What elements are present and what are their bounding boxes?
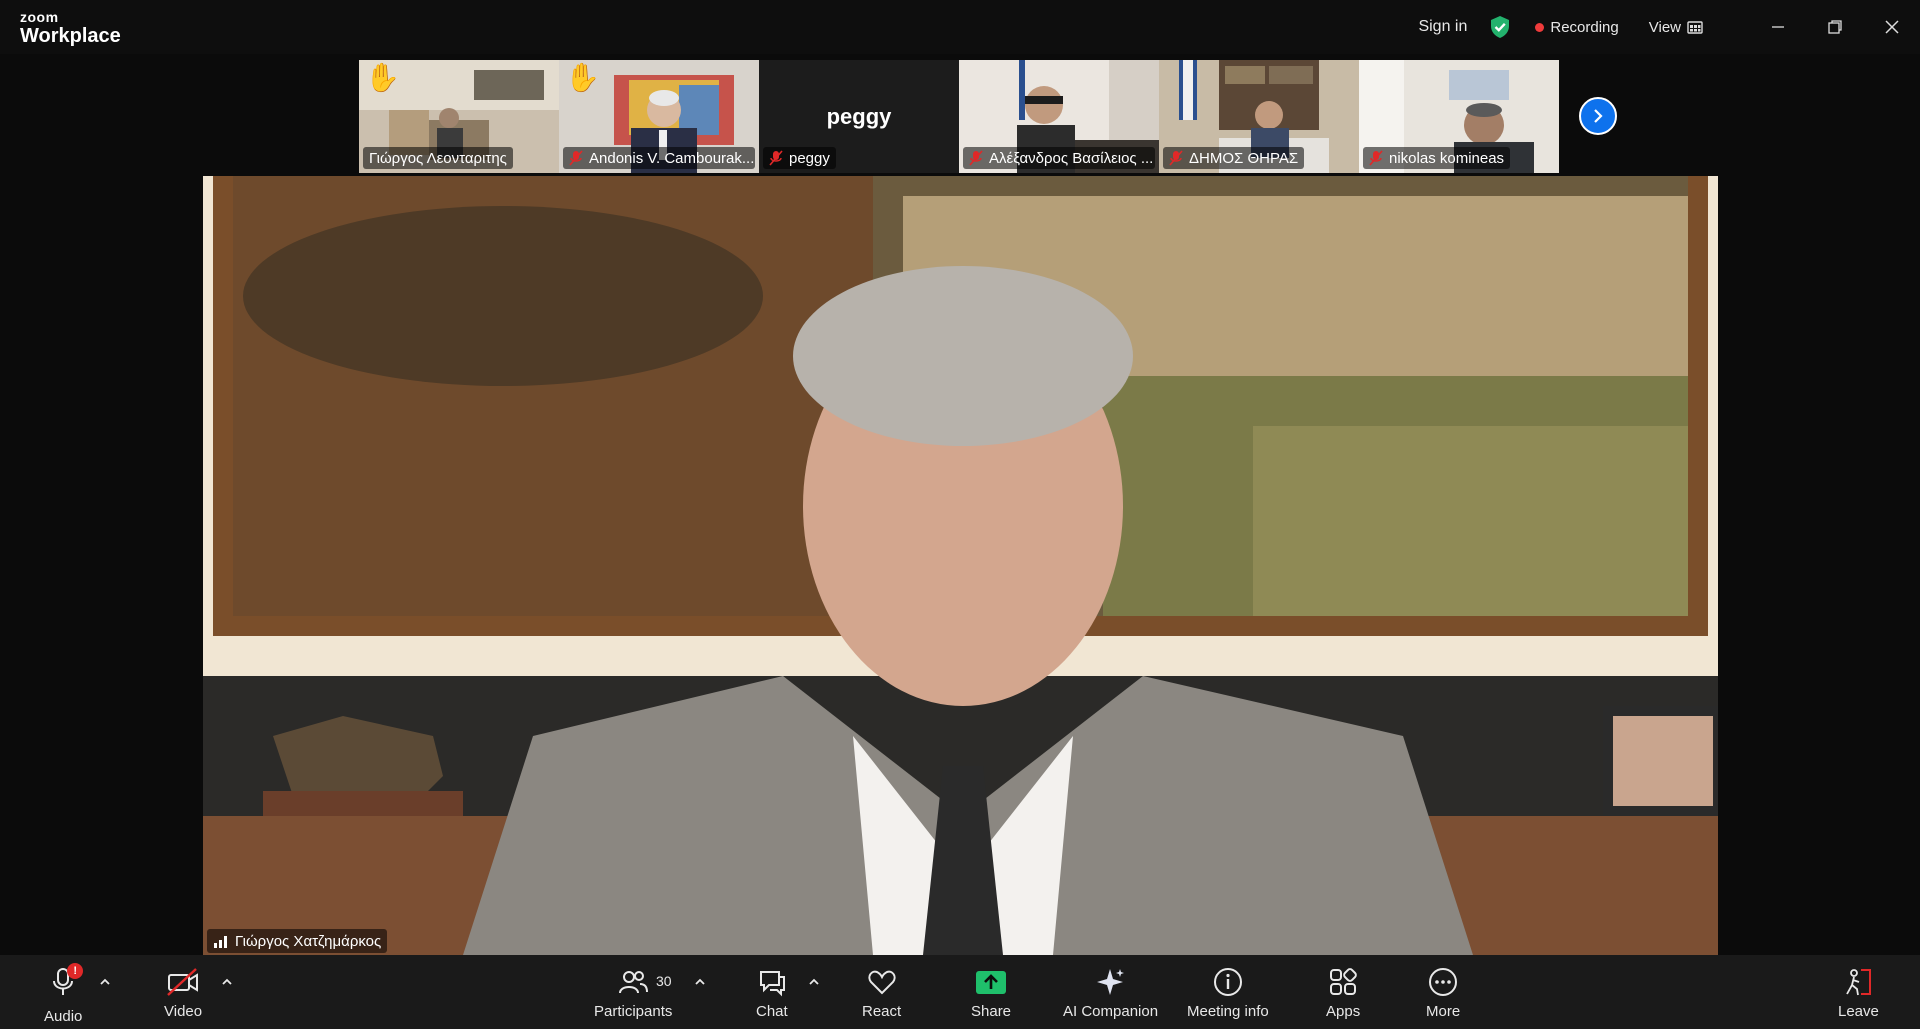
ai-companion-button[interactable]: AI Companion [1063, 967, 1158, 1020]
microphone-muted-icon [1369, 150, 1383, 166]
signal-strength-icon [214, 936, 227, 948]
raised-hand-icon: ✋ [565, 62, 600, 93]
participant-name: Andonis V. Cambourak... [589, 149, 755, 167]
raised-hand-icon: ✋ [365, 62, 400, 93]
active-speaker-video[interactable]: Γιώργος Χατζημάρκος [203, 176, 1718, 955]
minimize-icon [1771, 26, 1784, 28]
more-button[interactable]: More [1426, 967, 1460, 1020]
leave-label: Leave [1838, 1003, 1879, 1020]
audio-icon-wrap: ! [49, 963, 84, 1002]
recording-label: Recording [1550, 18, 1619, 36]
view-menu-button[interactable]: View [1649, 19, 1703, 36]
participants-count: 30 [656, 973, 672, 989]
recording-indicator[interactable]: Recording [1535, 18, 1619, 36]
view-label: View [1648, 18, 1681, 36]
microphone-muted-icon [769, 150, 783, 166]
audio-options-chevron-up-icon[interactable] [99, 977, 111, 987]
chat-label: Chat [756, 1003, 788, 1020]
encryption-shield-icon[interactable] [1489, 15, 1511, 39]
recording-dot-icon [1535, 22, 1545, 32]
logo-zoom-text: zoom [20, 9, 59, 25]
zoom-logo: zoom Workplace [20, 10, 121, 46]
participants-options-chevron-up-icon[interactable] [694, 977, 706, 987]
leave-button[interactable]: Leave [1838, 967, 1879, 1020]
participant-thumbnail[interactable]: Αλέξανδρος Βασίλειος ... [959, 60, 1159, 173]
grid-view-icon [1687, 21, 1703, 34]
video-off-icon [167, 968, 199, 996]
close-icon [1884, 20, 1899, 34]
heart-icon [868, 970, 896, 995]
microphone-muted-icon [1169, 150, 1183, 166]
participant-name-tag: peggy [763, 147, 836, 169]
share-screen-icon [976, 971, 1007, 994]
restore-button[interactable] [1806, 0, 1863, 54]
participant-thumbnail[interactable]: ΔΗΜΟΣ ΘΗΡΑΣ [1159, 60, 1359, 173]
video-options-chevron-up-icon[interactable] [221, 977, 233, 987]
next-page-button[interactable] [1579, 97, 1617, 135]
participant-name-tag: Andonis V. Cambourak... [563, 147, 755, 169]
video-button[interactable]: Video [164, 967, 202, 1020]
ai-sparkle-icon [1096, 969, 1124, 995]
audio-button[interactable]: ! Audio [44, 963, 84, 1025]
participant-thumbnail[interactable]: nikolas komineas [1359, 60, 1559, 173]
ai-companion-label: AI Companion [1063, 1003, 1159, 1020]
apps-label: Apps [1326, 1003, 1361, 1020]
video-label: Video [164, 1003, 203, 1020]
participant-name-tag: nikolas komineas [1363, 147, 1511, 169]
microphone-muted-icon [569, 150, 583, 166]
audio-alert-badge: ! [67, 963, 84, 979]
speaker-video-frame [203, 176, 1718, 955]
participant-thumbnail-strip: ✋ Γιώργος Λεονταριτης ✋ Andonis V. Cambo… [359, 60, 1559, 173]
restore-icon [1827, 20, 1842, 34]
chat-button[interactable]: Chat [756, 967, 788, 1020]
share-label: Share [971, 1003, 1012, 1020]
apps-grid-icon [1330, 968, 1357, 995]
react-label: React [862, 1003, 902, 1020]
participant-thumbnail[interactable]: ✋ Γιώργος Λεονταριτης [359, 60, 559, 173]
participant-name: nikolas komineas [1389, 149, 1505, 167]
speaker-name-tag: Γιώργος Χατζημάρκος [207, 929, 388, 953]
logo-workplace-text: Workplace [20, 25, 121, 47]
participant-initial-name: peggy [826, 104, 892, 129]
participant-name-tag: Αλέξανδρος Βασίλειος ... [963, 147, 1155, 169]
participant-name: ΔΗΜΟΣ ΘΗΡΑΣ [1189, 149, 1299, 167]
title-bar: zoom Workplace Sign in Recording View [0, 0, 1920, 54]
participant-name: Αλέξανδρος Βασίλειος ... [989, 149, 1154, 167]
audio-label: Audio [44, 1008, 83, 1025]
chat-icon [759, 971, 785, 997]
share-button[interactable]: Share [971, 967, 1011, 1020]
chevron-right-icon [1594, 109, 1603, 123]
participant-name: Γιώργος Λεονταριτης [369, 149, 507, 167]
sign-in-link[interactable]: Sign in [1418, 18, 1467, 36]
participant-name: peggy [789, 149, 830, 167]
close-button[interactable] [1863, 0, 1920, 54]
participant-name-tag: Γιώργος Λεονταριτης [363, 147, 513, 169]
participants-label: Participants [594, 1003, 673, 1020]
meeting-toolbar: ! Audio Video Participants 30 Chat React… [0, 955, 1920, 1029]
minimize-button[interactable] [1749, 0, 1806, 54]
apps-button[interactable]: Apps [1326, 967, 1360, 1020]
more-ellipsis-icon [1429, 968, 1458, 996]
participant-thumbnail[interactable]: peggy peggy [759, 60, 959, 173]
participant-thumbnail[interactable]: ✋ Andonis V. Cambourak... [559, 60, 759, 173]
react-button[interactable]: React [862, 967, 901, 1020]
meeting-info-button[interactable]: Meeting info [1187, 967, 1269, 1020]
microphone-muted-icon [969, 150, 983, 166]
leave-door-icon [1846, 969, 1872, 996]
meeting-info-label: Meeting info [1187, 1003, 1269, 1020]
more-label: More [1426, 1003, 1461, 1020]
participants-icon [619, 971, 649, 994]
speaker-name: Γιώργος Χατζημάρκος [235, 932, 382, 950]
chat-options-chevron-up-icon[interactable] [808, 977, 820, 987]
participant-name-tag: ΔΗΜΟΣ ΘΗΡΑΣ [1163, 147, 1305, 169]
info-icon [1213, 968, 1242, 996]
